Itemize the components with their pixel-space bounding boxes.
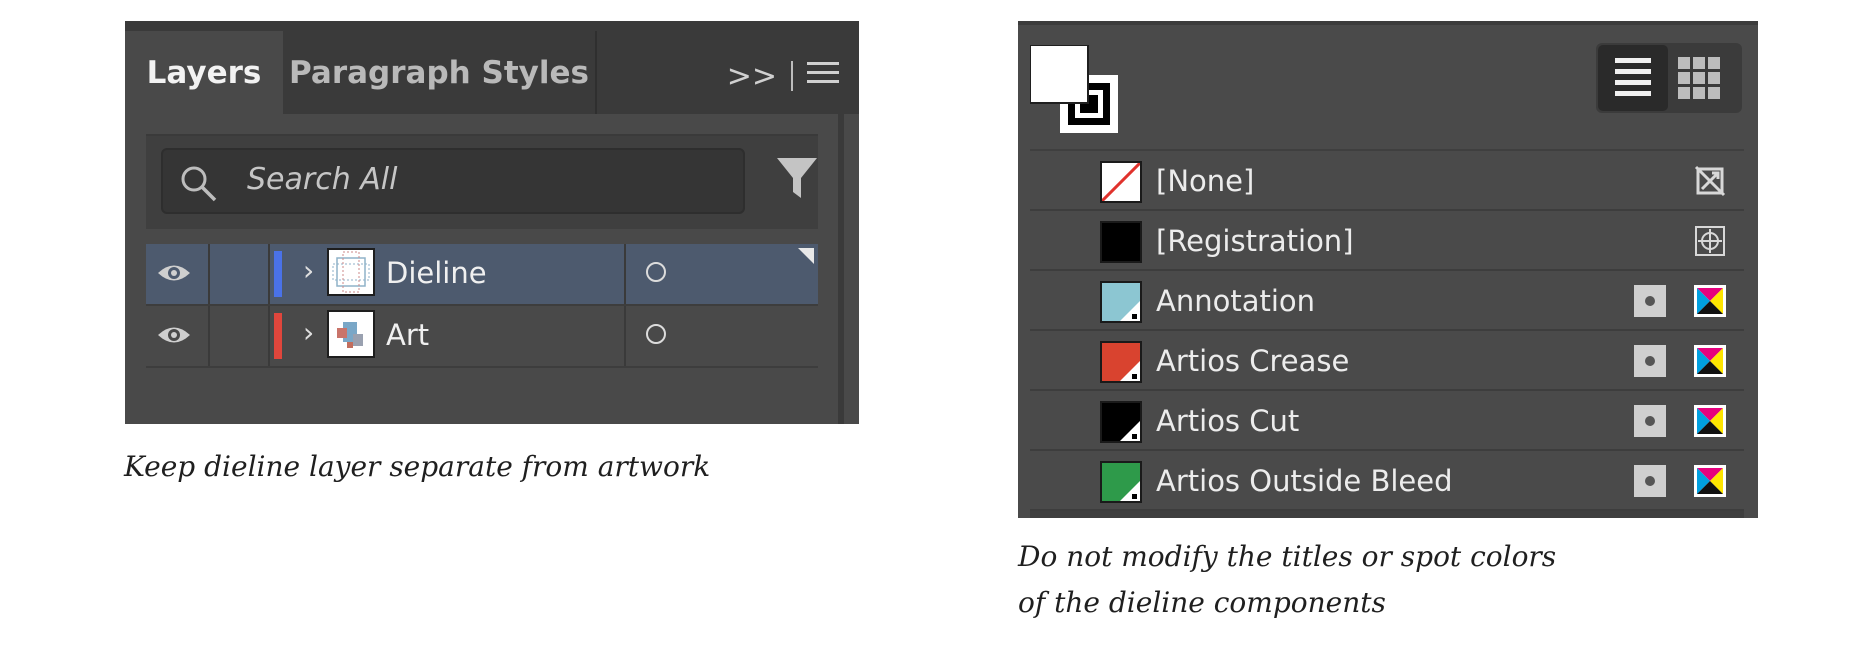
view-toggle: [1596, 43, 1742, 113]
column-divider: [268, 244, 270, 304]
swatch-chip: [1100, 281, 1142, 323]
layer-name[interactable]: Art: [386, 318, 429, 352]
expand-panels-button[interactable]: >>: [727, 59, 777, 94]
panel-edge: [838, 114, 844, 424]
target-circle-icon[interactable]: [646, 262, 666, 282]
spot-color-icon: [1634, 345, 1666, 377]
swatch-name: Artios Cut: [1156, 404, 1300, 438]
column-divider: [624, 306, 626, 366]
grid-view-icon[interactable]: [1674, 53, 1724, 108]
swatch-row-none[interactable]: [None]: [1030, 151, 1744, 211]
tab-paragraph-styles[interactable]: Paragraph Styles: [283, 31, 597, 114]
layer-row-art[interactable]: › Art: [146, 306, 818, 368]
swatch-name: [Registration]: [1156, 224, 1354, 258]
current-layer-indicator: [798, 248, 814, 264]
search-bar: Search All: [146, 134, 818, 229]
swatch-chip: [1100, 161, 1142, 203]
panel-tab-bar: Layers Paragraph Styles >>: [125, 21, 859, 114]
spot-color-icon: [1634, 405, 1666, 437]
swatch-row-artios-crease[interactable]: Artios Crease: [1030, 331, 1744, 391]
layer-thumbnail: [327, 248, 375, 296]
column-divider: [208, 306, 210, 366]
swatch-chip: [1100, 461, 1142, 503]
layer-thumbnail: [327, 310, 375, 358]
layers-panel: Layers Paragraph Styles >> Search All ›: [125, 21, 859, 424]
swatches-panel: [None] [Registration] Annotation Artios: [1018, 21, 1758, 518]
fill-stroke-selector[interactable]: [1029, 44, 1122, 142]
visibility-eye-icon[interactable]: [156, 320, 192, 355]
caption-left: Keep dieline layer separate from artwork: [124, 450, 711, 483]
cmyk-mode-icon: [1694, 285, 1726, 317]
layer-name[interactable]: Dieline: [386, 256, 487, 290]
tab-layers[interactable]: Layers: [125, 31, 283, 114]
swatch-row-artios-cut[interactable]: Artios Cut: [1030, 391, 1744, 451]
filter-icon[interactable]: [777, 156, 817, 205]
swatch-name: Annotation: [1156, 284, 1316, 318]
swatch-name: [None]: [1156, 164, 1255, 198]
no-edit-icon: [1694, 165, 1726, 202]
swatch-row-registration[interactable]: [Registration]: [1030, 211, 1744, 271]
panel-top-strip: [1018, 21, 1758, 25]
panel-menu-icon[interactable]: [807, 59, 839, 94]
swatch-list: [None] [Registration] Annotation Artios: [1030, 149, 1744, 518]
expand-chevron-icon[interactable]: ›: [303, 316, 314, 349]
layer-color-bar: [274, 251, 282, 297]
visibility-eye-icon[interactable]: [156, 258, 192, 293]
search-icon: [179, 164, 219, 209]
target-circle-icon[interactable]: [646, 324, 666, 344]
swatch-chip: [1100, 401, 1142, 443]
list-view-icon[interactable]: [1598, 45, 1668, 111]
cmyk-mode-icon: [1694, 345, 1726, 377]
cmyk-mode-icon: [1694, 465, 1726, 497]
empty-layer-area: [146, 368, 818, 424]
spot-color-icon: [1634, 285, 1666, 317]
search-input[interactable]: Search All: [161, 148, 745, 214]
search-placeholder: Search All: [247, 162, 398, 197]
swatch-row-artios-outside-bleed[interactable]: Artios Outside Bleed: [1030, 451, 1744, 511]
layer-color-bar: [274, 313, 282, 359]
caption-right-line-1: Do not modify the titles or spot colors: [1018, 540, 1557, 573]
swatch-chip: [1100, 221, 1142, 263]
column-divider: [268, 306, 270, 366]
separator: [791, 61, 793, 91]
column-divider: [208, 244, 210, 304]
swatch-chip: [1100, 341, 1142, 383]
registration-icon: [1694, 225, 1726, 262]
column-divider: [624, 244, 626, 304]
cmyk-mode-icon: [1694, 405, 1726, 437]
layer-row-dieline[interactable]: › Dieline: [146, 244, 818, 306]
expand-chevron-icon[interactable]: ›: [303, 254, 314, 287]
spot-color-icon: [1634, 465, 1666, 497]
caption-right-line-2: of the dieline components: [1018, 586, 1386, 619]
swatch-row-annotation[interactable]: Annotation: [1030, 271, 1744, 331]
panel-controls: >>: [727, 51, 839, 101]
swatch-name: Artios Outside Bleed: [1156, 464, 1453, 498]
swatch-name: Artios Crease: [1156, 344, 1350, 378]
